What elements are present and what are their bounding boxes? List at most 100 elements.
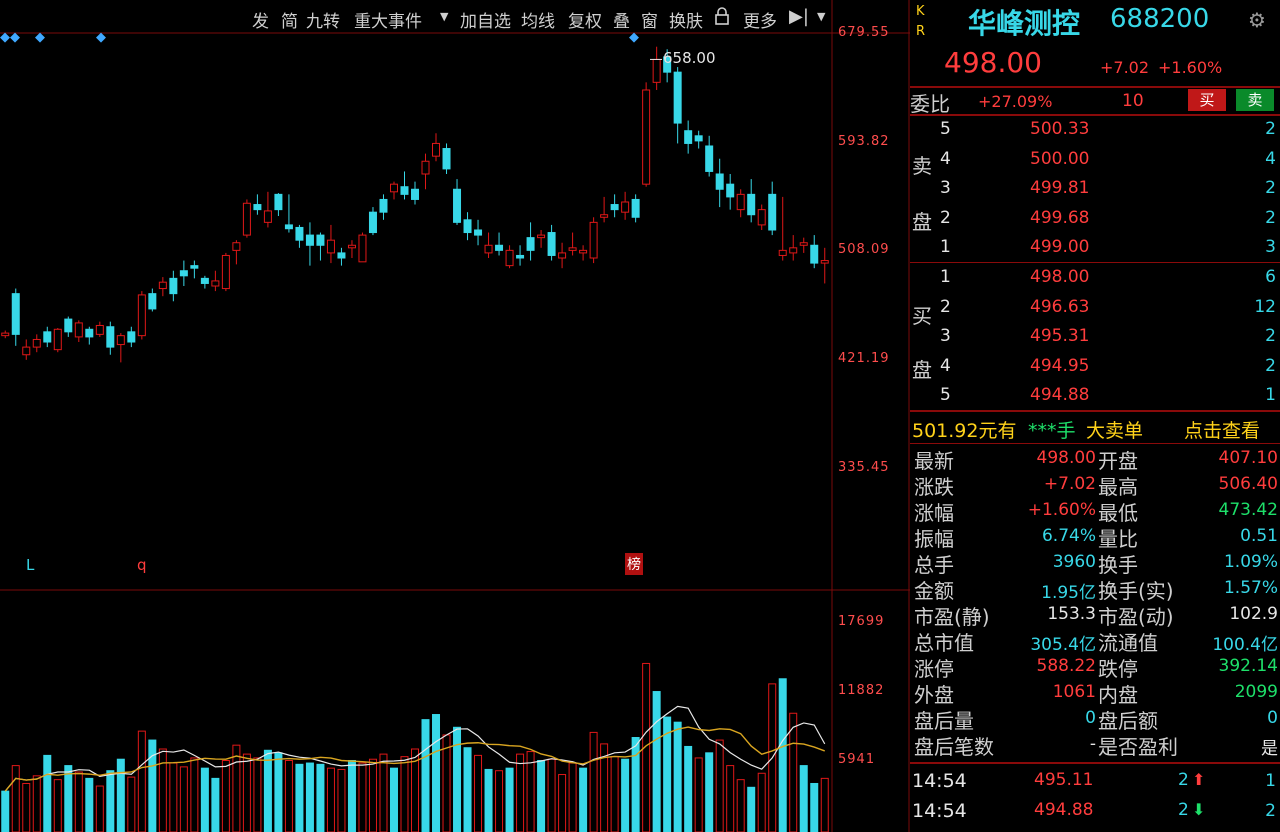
sell-button[interactable]: 卖 [1236, 89, 1274, 111]
stat-label: 流通值 [1098, 631, 1158, 655]
tick-count: 1 [1265, 771, 1276, 791]
candle-body [589, 221, 598, 259]
candle-body [32, 338, 41, 348]
candle-body [221, 254, 230, 290]
candle-body [284, 224, 293, 230]
stat-value: 3960 [1052, 552, 1096, 572]
event-marker-bang[interactable]: 榜 [625, 553, 643, 575]
stat-label: 最高 [1098, 475, 1138, 499]
stat-value: 1.57% [1223, 578, 1278, 598]
stat-value: 是 [1261, 739, 1278, 759]
volume-bar [337, 768, 346, 832]
candle-body [179, 270, 188, 277]
candle-body [820, 260, 829, 264]
event-diamond-icon[interactable]: ◆ [35, 30, 45, 45]
bid-row[interactable]: 4 494.95 2 [910, 353, 1280, 382]
volume-axis-label: 11882 [838, 683, 885, 698]
event-diamond-icon[interactable]: ◆ [96, 30, 106, 45]
tick-time: 14:54 [912, 770, 967, 792]
candle-body [652, 58, 661, 83]
bid-row[interactable]: 2 496.63 12 [910, 294, 1280, 323]
volume-bar [316, 763, 325, 832]
stat-label: 盘后笔数 [914, 735, 994, 759]
stat-label: 外盘 [914, 683, 954, 707]
volume-bar [474, 754, 483, 832]
stats-row: 盘后笔数 - 是否盈利 是 [910, 731, 1280, 759]
ask-row[interactable]: 4 500.00 4 [910, 146, 1280, 175]
candle-body [211, 280, 220, 287]
big-order-view-link[interactable]: 点击查看 [1184, 416, 1260, 443]
candle-body [232, 242, 241, 251]
volume-bar [74, 771, 83, 832]
volume-bar [148, 739, 157, 832]
volume-bar [799, 765, 808, 832]
stat-label: 涨幅 [914, 501, 954, 525]
ask-quantity: 2 [1265, 178, 1276, 198]
volume-bar [810, 782, 819, 832]
stat-label: 金额 [914, 579, 954, 603]
ask-level: 4 [940, 148, 951, 169]
buy-button[interactable]: 买 [1188, 89, 1226, 111]
stats-row: 盘后量 0 盘后额 0 [910, 705, 1280, 733]
ask-row[interactable]: 3 499.81 2 [910, 175, 1280, 204]
volume-bar [284, 759, 293, 832]
candle-body [736, 193, 745, 211]
candle-body [621, 201, 630, 213]
price-axis-label: 593.82 [838, 134, 890, 149]
candle-body [411, 188, 419, 200]
candle-body [463, 219, 472, 234]
ask-row[interactable]: 2 499.68 2 [910, 205, 1280, 234]
tick-price: 494.88 [1034, 800, 1094, 820]
kline-chart[interactable] [0, 0, 910, 832]
bid-row[interactable]: 1 498.00 6 [910, 264, 1280, 293]
volume-axis: 17699 11882 5941 [838, 600, 892, 832]
volume-bar [463, 747, 472, 832]
bid-level: 1 [940, 267, 951, 287]
stat-value: 153.3 [1047, 604, 1096, 624]
gear-icon[interactable]: ⚙ [1248, 8, 1266, 32]
ask-row[interactable]: 1 499.00 3 [910, 234, 1280, 263]
volume-bar [537, 759, 546, 832]
stat-value: 2099 [1234, 682, 1278, 702]
volume-bar [326, 767, 335, 832]
candle-body [768, 193, 777, 231]
candle-body [442, 148, 451, 170]
big-order-banner[interactable]: 501.92元有 ***手 大卖单 点击查看 [910, 414, 1280, 442]
event-diamond-icon[interactable]: ◆ [629, 30, 639, 45]
event-marker-q[interactable]: q [137, 556, 147, 574]
volume-bar [547, 758, 556, 832]
volume-bar [11, 765, 20, 832]
tick-count: 2 [1265, 801, 1276, 821]
tick-row: 14:54 494.88 2 ⬇ 2 [910, 798, 1280, 824]
volume-bar [64, 765, 73, 832]
kr-r-label: R [916, 24, 926, 39]
candle-body [673, 71, 682, 124]
candle-body [432, 142, 441, 157]
ask-row[interactable]: 5 500.33 2 [910, 116, 1280, 145]
stat-value: 1.09% [1223, 552, 1278, 572]
candle-body [810, 244, 819, 264]
volume-bar [673, 721, 682, 832]
candle-body [484, 244, 493, 254]
bid-row[interactable]: 3 495.31 2 [910, 323, 1280, 352]
candle-body [22, 346, 31, 356]
stat-label: 总手 [914, 553, 954, 577]
volume-bar [631, 737, 640, 832]
stat-value: 1061 [1052, 682, 1096, 702]
event-marker-l[interactable]: L [26, 556, 34, 574]
candle-body [116, 335, 125, 346]
event-diamond-icon[interactable]: ◆◆ [0, 30, 20, 45]
volume-bar [43, 754, 52, 832]
stat-value: 588.22 [1036, 656, 1096, 676]
ask-price: 499.68 [1030, 207, 1090, 228]
stat-label: 市盈(动) [1098, 605, 1174, 629]
stats-row: 最新 498.00 开盘 407.10 [910, 445, 1280, 473]
stats-row: 振幅 6.74% 量比 0.51 [910, 523, 1280, 551]
candle-body [747, 193, 756, 216]
volume-bar [53, 779, 62, 832]
weibi-value: +27.09% [978, 92, 1053, 111]
bid-row[interactable]: 5 494.88 1 [910, 382, 1280, 411]
sell-side-label: 盘 [912, 210, 932, 234]
stat-value: 6.74% [1041, 526, 1096, 546]
candle-body [95, 324, 104, 335]
